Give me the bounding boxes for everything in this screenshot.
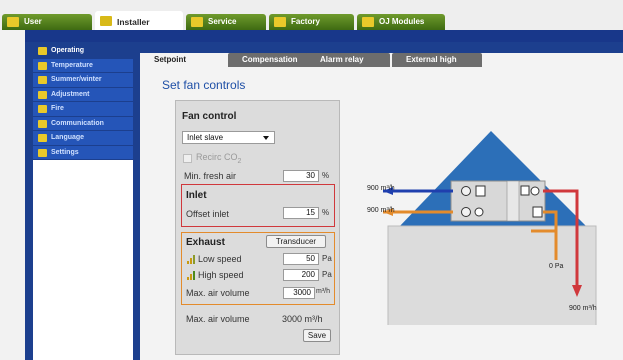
sidebar-item-fire[interactable]: Fire	[33, 102, 133, 117]
tab-factory-label: Factory	[291, 17, 320, 26]
extract-filter-icon	[532, 206, 543, 218]
sidebar-item-label: Settings	[51, 148, 79, 156]
high-speed-icon	[187, 271, 195, 280]
page-title: Set fan controls	[162, 78, 246, 92]
tab-alarm-relay-label: Alarm relay	[320, 55, 364, 64]
tab-service-label: Service	[208, 17, 237, 26]
tab-external-high[interactable]: External high	[392, 53, 482, 67]
sidebar-item-label: Temperature	[51, 61, 93, 69]
damper-icon	[461, 186, 471, 196]
sidebar-item-communication[interactable]: Communication	[33, 116, 133, 131]
fire-icon	[38, 105, 47, 113]
thermometer-icon	[38, 61, 47, 70]
network-icon	[38, 119, 47, 128]
sidebar-item-label: Fire	[51, 105, 64, 112]
min-fresh-air-label: Min. fresh air	[184, 171, 237, 181]
factory-icon	[274, 17, 286, 27]
sub-tab-bar: Setpoint Compensation Alarm relay Extern…	[140, 53, 623, 67]
modules-icon	[362, 17, 374, 27]
high-speed-input[interactable]: 200	[283, 269, 319, 281]
recirc-co2-text: Recirc CO	[196, 152, 238, 162]
low-speed-unit: Pa	[322, 254, 332, 263]
wrench-icon	[38, 90, 47, 99]
exhaust-fan-icon	[474, 207, 484, 217]
tab-external-high-label: External high	[406, 55, 457, 64]
sidebar-item-settings[interactable]: Settings	[33, 145, 133, 160]
folder-icon	[38, 148, 47, 157]
tab-alarm-relay[interactable]: Alarm relay	[306, 53, 390, 67]
sidebar-item-operating[interactable]: Operating	[33, 44, 133, 59]
exhaust-heading: Exhaust	[186, 237, 225, 248]
high-speed-unit: Pa	[322, 270, 332, 279]
sidebar-item-language[interactable]: Language	[33, 131, 133, 146]
tab-installer-label: Installer	[117, 17, 150, 27]
tab-factory[interactable]: Factory	[269, 14, 354, 30]
fan-control-heading: Fan control	[182, 111, 237, 122]
tab-setpoint[interactable]: Setpoint	[140, 53, 226, 67]
building-body	[387, 225, 597, 328]
filter-icon	[475, 185, 486, 197]
tab-user-label: User	[24, 17, 42, 26]
recirc-co2-checkbox[interactable]	[183, 154, 192, 163]
low-speed-label: Low speed	[198, 254, 242, 264]
fan-mode-value: Inlet slave	[187, 133, 224, 142]
sidebar: Operating Temperature Summer/winter Adju…	[33, 44, 133, 160]
sidebar-item-label: Language	[51, 134, 85, 141]
recirc-co2-label: Recirc CO2	[196, 152, 241, 165]
offset-inlet-input[interactable]: 15	[283, 207, 319, 219]
tab-oj-modules-label: OJ Modules	[379, 17, 425, 26]
tab-installer[interactable]: Installer	[95, 11, 183, 31]
exhaust-flow-label: 900 m³/h	[367, 207, 395, 214]
installer-icon	[100, 16, 112, 26]
sidebar-item-adjustment[interactable]: Adjustment	[33, 87, 133, 102]
sidebar-item-label: Adjustment	[51, 90, 90, 98]
flag-icon	[38, 134, 47, 142]
tab-service[interactable]: Service	[186, 14, 266, 30]
min-fresh-air-input[interactable]: 30	[283, 170, 319, 182]
sidebar-item-label: Operating	[51, 47, 85, 54]
fan-mode-select[interactable]: Inlet slave	[182, 131, 275, 144]
tab-oj-modules[interactable]: OJ Modules	[357, 14, 445, 30]
user-icon	[7, 17, 19, 27]
low-speed-input[interactable]: 50	[283, 253, 319, 265]
save-button[interactable]: Save	[303, 329, 331, 342]
max-air-volume-readout-label: Max. air volume	[186, 314, 250, 324]
ventilation-diagram-svg	[383, 131, 597, 328]
sun-icon	[38, 76, 47, 84]
ventilation-diagram: 900 m³/h 900 m³/h 0 Pa 900 m³/h	[355, 125, 623, 328]
transducer-button[interactable]: Transducer	[266, 235, 326, 248]
pressure-label: 0 Pa	[549, 263, 564, 270]
outlet-flow-label: 900 m³/h	[569, 305, 597, 312]
frame-top-bar	[25, 30, 623, 42]
sidebar-item-label: Summer/winter	[51, 76, 102, 83]
min-fresh-air-unit: %	[322, 171, 330, 180]
supply-fan-icon	[530, 186, 540, 196]
recirc-co2-subscript: 2	[237, 157, 242, 165]
sidebar-item-summer-winter[interactable]: Summer/winter	[33, 73, 133, 88]
exhaust-max-air-volume-input[interactable]: 3000	[283, 287, 315, 299]
tab-compensation[interactable]: Compensation	[228, 53, 316, 67]
exhaust-damper-icon	[461, 207, 471, 217]
high-speed-label: High speed	[198, 270, 244, 280]
exhaust-max-air-volume-unit: m³/h	[316, 288, 330, 295]
tab-compensation-label: Compensation	[242, 55, 298, 64]
exhaust-max-air-volume-label: Max. air volume	[186, 288, 250, 298]
sidebar-empty-area	[33, 160, 133, 360]
heater-icon	[520, 185, 530, 196]
service-icon	[191, 17, 203, 27]
sidebar-item-label: Communication	[51, 119, 104, 127]
inlet-heading: Inlet	[186, 190, 207, 201]
low-speed-icon	[187, 255, 195, 264]
offset-inlet-label: Offset inlet	[186, 209, 229, 219]
offset-inlet-unit: %	[322, 208, 330, 217]
chevron-down-icon	[263, 136, 269, 140]
max-air-volume-readout-value: 3000 m³/h	[282, 314, 323, 324]
top-tab-bar: User Installer Service Factory OJ Module…	[0, 0, 623, 31]
tab-setpoint-label: Setpoint	[154, 55, 186, 64]
heat-exchanger	[506, 180, 520, 222]
sidebar-item-temperature[interactable]: Temperature	[33, 58, 133, 73]
operating-icon	[38, 47, 47, 55]
tab-user[interactable]: User	[2, 14, 92, 30]
inlet-flow-label: 900 m³/h	[367, 185, 395, 192]
